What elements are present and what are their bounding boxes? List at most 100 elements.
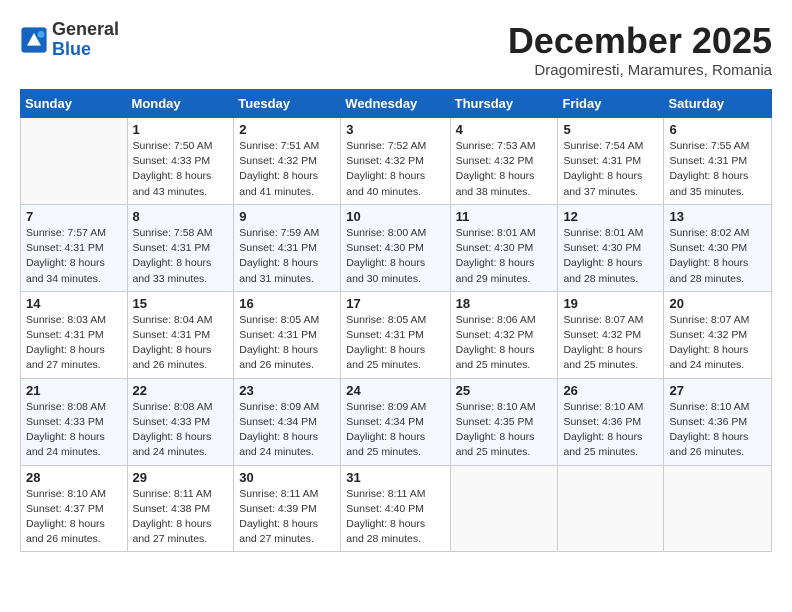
- daylight-line1: Daylight: 8 hours: [133, 257, 212, 269]
- sunrise: Sunrise: 8:07 AM: [563, 314, 643, 326]
- day-number: 22: [133, 383, 229, 398]
- day-number: 19: [563, 296, 658, 311]
- daylight-line1: Daylight: 8 hours: [346, 431, 425, 443]
- day-number: 7: [26, 209, 122, 224]
- sunrise: Sunrise: 8:10 AM: [563, 401, 643, 413]
- day-number: 29: [133, 470, 229, 485]
- daylight-line1: Daylight: 8 hours: [133, 170, 212, 182]
- day-cell-4: 4Sunrise: 7:53 AMSunset: 4:32 PMDaylight…: [450, 118, 558, 205]
- day-number: 31: [346, 470, 444, 485]
- daylight-line2: and 34 minutes.: [26, 273, 101, 285]
- sunset: Sunset: 4:32 PM: [669, 329, 747, 341]
- daylight-line2: and 26 minutes.: [669, 446, 744, 458]
- daylight-line2: and 25 minutes.: [563, 359, 638, 371]
- daylight-line1: Daylight: 8 hours: [563, 431, 642, 443]
- daylight-line2: and 35 minutes.: [669, 186, 744, 198]
- day-cell-19: 19Sunrise: 8:07 AMSunset: 4:32 PMDayligh…: [558, 291, 664, 378]
- week-row-2: 14 Sunrise: 8:03 AMSunset: 4:31 PMDayligh…: [21, 291, 772, 378]
- sunrise: Sunrise: 8:08 AM: [133, 401, 213, 413]
- daylight-line2: and 40 minutes.: [346, 186, 421, 198]
- daylight-line1: Daylight: 8 hours: [239, 344, 318, 356]
- sunrise: Sunrise: 7:52 AM: [346, 140, 426, 152]
- day-info: Sunrise: 8:08 AMSunset: 4:33 PMDaylight:…: [133, 400, 229, 461]
- sunrise: Sunrise: 7:54 AM: [563, 140, 643, 152]
- day-cell-8: 8Sunrise: 7:58 AMSunset: 4:31 PMDaylight…: [127, 204, 234, 291]
- day-cell-9: 9Sunrise: 7:59 AMSunset: 4:31 PMDaylight…: [234, 204, 341, 291]
- day-cell-empty: [450, 465, 558, 552]
- sunset: Sunset: 4:35 PM: [456, 416, 534, 428]
- daylight-line1: Daylight: 8 hours: [563, 344, 642, 356]
- sunset: Sunset: 4:32 PM: [456, 329, 534, 341]
- daylight-line2: and 27 minutes.: [133, 533, 208, 545]
- day-info: Sunrise: 8:07 AM Sunset: 4:32 PM Daylight:…: [669, 313, 766, 374]
- daylight-line1: Daylight: 8 hours: [26, 518, 105, 530]
- sunrise: Sunrise: 7:57 AM: [26, 227, 106, 239]
- day-cell-15: 15Sunrise: 8:04 AMSunset: 4:31 PMDayligh…: [127, 291, 234, 378]
- daylight-line2: and 25 minutes.: [563, 446, 638, 458]
- daylight-line1: Daylight: 8 hours: [563, 170, 642, 182]
- day-number: 26: [563, 383, 658, 398]
- day-info: Sunrise: 8:11 AMSunset: 4:38 PMDaylight:…: [133, 487, 229, 548]
- day-cell-12: 12Sunrise: 8:01 AMSunset: 4:30 PMDayligh…: [558, 204, 664, 291]
- day-cell-30: 30Sunrise: 8:11 AMSunset: 4:39 PMDayligh…: [234, 465, 341, 552]
- day-number: 9: [239, 209, 335, 224]
- sunrise: Sunrise: 8:09 AM: [239, 401, 319, 413]
- day-info: Sunrise: 8:03 AMSunset: 4:31 PMDaylight:…: [26, 313, 122, 374]
- daylight-line1: Daylight: 8 hours: [239, 257, 318, 269]
- day-cell-26: 26 Sunrise: 8:10 AM Sunset: 4:36 PM Dayligh…: [558, 378, 664, 465]
- logo: General Blue: [20, 20, 119, 60]
- daylight-line2: and 24 minutes.: [239, 446, 314, 458]
- day-info: Sunrise: 8:05 AMSunset: 4:31 PMDaylight:…: [346, 313, 444, 374]
- day-number: 18: [456, 296, 553, 311]
- day-info: Sunrise: 8:10 AMSunset: 4:37 PMDaylight:…: [26, 487, 122, 548]
- day-info: Sunrise: 7:55 AMSunset: 4:31 PMDaylight:…: [669, 139, 766, 200]
- day-number: 4: [456, 122, 553, 137]
- daylight-line1: Daylight: 8 hours: [456, 344, 535, 356]
- logo-blue: Blue: [52, 40, 119, 60]
- daylight-line1: Daylight: 8 hours: [669, 344, 748, 356]
- day-number: 14: [26, 296, 122, 311]
- header-tuesday: Tuesday: [234, 90, 341, 118]
- day-number: 20: [669, 296, 766, 311]
- sunrise: Sunrise: 8:05 AM: [239, 314, 319, 326]
- sunset: Sunset: 4:31 PM: [669, 155, 747, 167]
- sunset: Sunset: 4:33 PM: [133, 155, 211, 167]
- day-cell-11: 11Sunrise: 8:01 AMSunset: 4:30 PMDayligh…: [450, 204, 558, 291]
- day-number: 10: [346, 209, 444, 224]
- calendar: SundayMondayTuesdayWednesdayThursdayFrid…: [20, 89, 772, 552]
- day-cell-23: 23Sunrise: 8:09 AMSunset: 4:34 PMDayligh…: [234, 378, 341, 465]
- title-section: December 2025 Dragomiresti, Maramures, R…: [508, 20, 772, 79]
- daylight-line1: Daylight: 8 hours: [26, 431, 105, 443]
- daylight-line2: and 26 minutes.: [26, 533, 101, 545]
- day-cell-14: 14 Sunrise: 8:03 AMSunset: 4:31 PMDayligh…: [21, 291, 128, 378]
- sunset: Sunset: 4:30 PM: [346, 242, 424, 254]
- week-row-1: 7 Sunrise: 7:57 AM Sunset: 4:31 PM Daylight…: [21, 204, 772, 291]
- sunrise: Sunrise: 8:04 AM: [133, 314, 213, 326]
- day-info: Sunrise: 7:52 AMSunset: 4:32 PMDaylight:…: [346, 139, 444, 200]
- sunrise: Sunrise: 8:07 AM: [669, 314, 749, 326]
- daylight-line1: Daylight: 8 hours: [346, 518, 425, 530]
- daylight-line1: Daylight: 8 hours: [239, 170, 318, 182]
- logo-icon: [20, 26, 48, 54]
- day-info: Sunrise: 8:04 AMSunset: 4:31 PMDaylight:…: [133, 313, 229, 374]
- sunset: Sunset: 4:31 PM: [239, 242, 317, 254]
- day-info: Sunrise: 8:11 AMSunset: 4:40 PMDaylight:…: [346, 487, 444, 548]
- sunrise: Sunrise: 7:53 AM: [456, 140, 536, 152]
- daylight-line1: Daylight: 8 hours: [239, 431, 318, 443]
- sunset: Sunset: 4:36 PM: [563, 416, 641, 428]
- day-cell-21: 21Sunrise: 8:08 AMSunset: 4:33 PMDayligh…: [21, 378, 128, 465]
- day-number: 8: [133, 209, 229, 224]
- day-cell-empty: [664, 465, 772, 552]
- sunrise: Sunrise: 8:06 AM: [456, 314, 536, 326]
- daylight-line1: Daylight: 8 hours: [456, 431, 535, 443]
- day-info: Sunrise: 7:53 AMSunset: 4:32 PMDaylight:…: [456, 139, 553, 200]
- sunrise: Sunrise: 8:01 AM: [563, 227, 643, 239]
- header-wednesday: Wednesday: [341, 90, 450, 118]
- daylight-line1: Daylight: 8 hours: [346, 344, 425, 356]
- day-cell-2: 2Sunrise: 7:51 AMSunset: 4:32 PMDaylight…: [234, 118, 341, 205]
- day-info: Sunrise: 8:05 AMSunset: 4:31 PMDaylight:…: [239, 313, 335, 374]
- sunrise: Sunrise: 8:08 AM: [26, 401, 106, 413]
- sunset: Sunset: 4:32 PM: [456, 155, 534, 167]
- day-cell-empty: [21, 118, 128, 205]
- daylight-line2: and 28 minutes.: [346, 533, 421, 545]
